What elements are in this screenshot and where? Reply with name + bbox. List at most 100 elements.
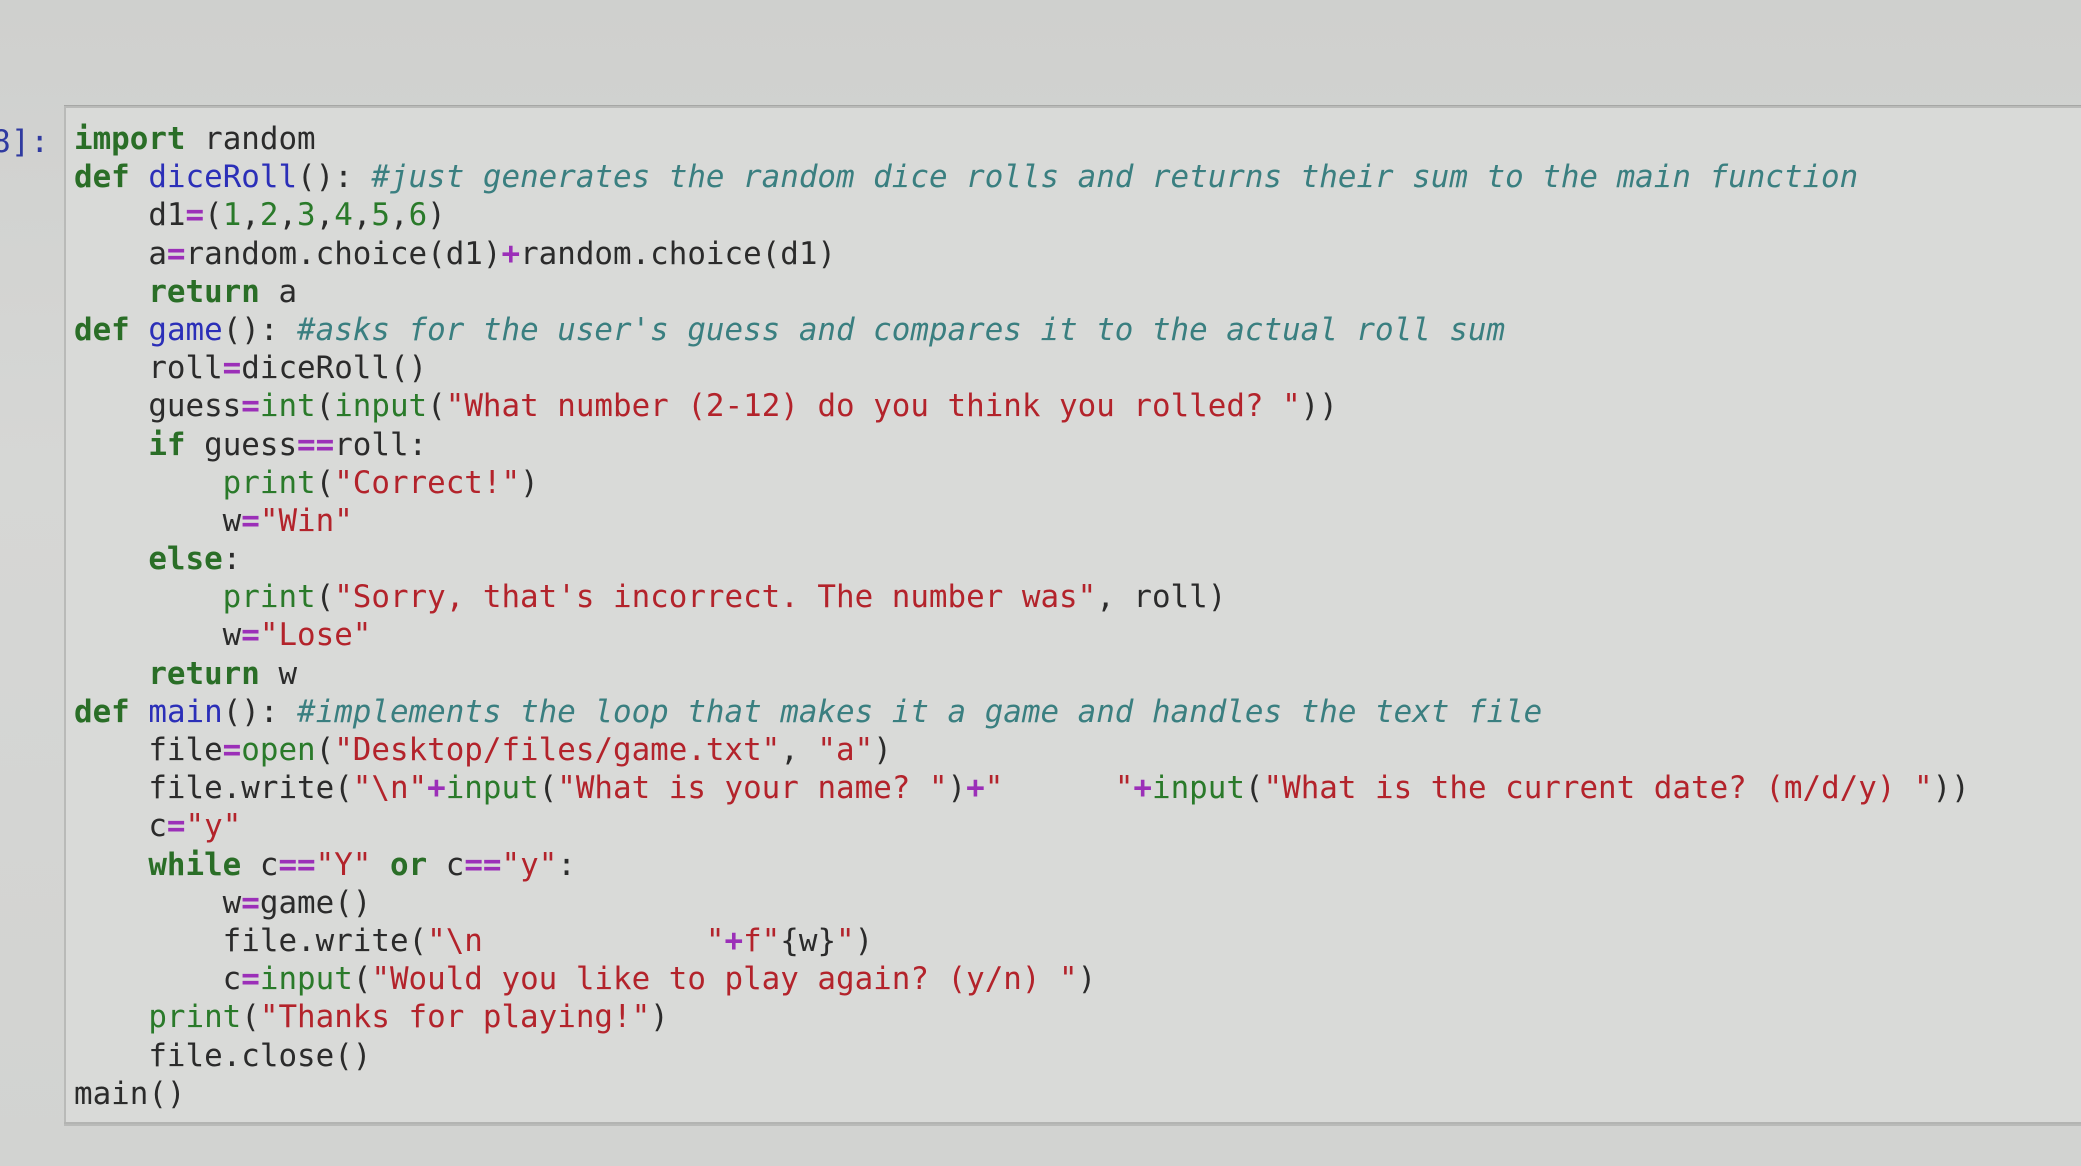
- string-literal: "Sorry, that's incorrect. The number was…: [334, 579, 1097, 616]
- keyword: if: [148, 426, 186, 463]
- code-text: ():: [222, 311, 298, 348]
- code-text: :: [222, 541, 242, 578]
- string-literal: "Win": [259, 502, 353, 539]
- comment: #asks for the user's guess and compares …: [297, 311, 1506, 348]
- builtin: print: [222, 464, 316, 501]
- builtin: print: [222, 579, 316, 616]
- string-literal: "What is the current date? (m/d/y) ": [1263, 770, 1933, 807]
- code-line: return a: [74, 273, 1970, 311]
- code-line: c="y": [74, 807, 1970, 845]
- operator: ==: [278, 846, 316, 883]
- comment: #implements the loop that makes it a gam…: [297, 693, 1543, 730]
- builtin: input: [259, 961, 353, 998]
- keyword: import: [74, 121, 186, 157]
- operator: +: [427, 770, 446, 807]
- keyword: return: [148, 273, 260, 310]
- code-text: ():: [297, 159, 372, 196]
- operator: +: [1133, 770, 1152, 807]
- code-text: roll:: [334, 426, 428, 463]
- code-text: c: [241, 846, 279, 883]
- operator: =: [241, 388, 260, 425]
- notebook-page: 8]: import random def diceRoll(): #just g…: [0, 0, 2081, 1166]
- code-text: random: [185, 121, 316, 157]
- code-line: def diceRoll(): #just generates the rand…: [74, 158, 1970, 196]
- code-text: ): [947, 770, 967, 807]
- code-text: ,: [390, 197, 409, 234]
- code-text: (: [315, 732, 335, 768]
- string-literal: "What is your name? ": [557, 770, 948, 807]
- code-text: w: [222, 617, 242, 654]
- code-text: (: [427, 388, 446, 425]
- code-text: (: [538, 770, 558, 807]
- code-text: ():: [222, 693, 298, 730]
- code-text: guess: [148, 388, 242, 425]
- code-text: ,: [278, 197, 298, 234]
- builtin: input: [1152, 770, 1245, 807]
- code-text: c: [148, 808, 167, 845]
- code-text: ,: [315, 197, 335, 234]
- code-line: main(): [74, 1075, 1970, 1113]
- code-text: w: [222, 884, 242, 921]
- code-text: ): [1077, 961, 1097, 998]
- string-literal: "Desktop/files/game.txt": [334, 732, 781, 768]
- operator: +: [966, 770, 985, 807]
- code-line: return w: [74, 655, 1970, 693]
- code-editor[interactable]: import random def diceRoll(): #just gener…: [74, 120, 1970, 1113]
- cell-bottom-border: [64, 1122, 2081, 1124]
- code-text: )): [1300, 388, 1338, 425]
- code-line: w="Lose": [74, 616, 1970, 654]
- code-text: file: [148, 732, 223, 768]
- code-text: d1: [148, 197, 186, 234]
- code-text: c: [222, 961, 242, 998]
- operator: ==: [464, 846, 502, 883]
- code-text: a: [148, 235, 167, 272]
- code-line: print("Correct!"): [74, 464, 1970, 502]
- code-text: (: [1244, 770, 1264, 807]
- code-line: guess=int(input("What number (2-12) do y…: [74, 387, 1970, 425]
- builtin: print: [148, 999, 242, 1036]
- string-literal: "Y": [315, 846, 372, 883]
- operator: =: [241, 617, 260, 654]
- string-literal: f": [743, 922, 781, 959]
- code-text: random.choice(d1): [520, 235, 837, 272]
- code-text: c: [427, 846, 465, 883]
- code-line: print("Sorry, that's incorrect. The numb…: [74, 578, 1970, 616]
- code-text: ): [873, 732, 892, 768]
- code-line: roll=diceRoll(): [74, 349, 1970, 387]
- code-text: ): [650, 999, 669, 1036]
- cell-execution-prompt: 8]:: [0, 124, 50, 160]
- operator: ==: [297, 426, 335, 463]
- code-line: w=game(): [74, 884, 1970, 922]
- code-line: def game(): #asks for the user's guess a…: [74, 311, 1970, 349]
- code-line: d1=(1,2,3,4,5,6): [74, 196, 1970, 234]
- code-text: game(): [259, 884, 372, 921]
- code-text: (: [315, 579, 335, 616]
- builtin: input: [445, 770, 539, 807]
- code-line: print("Thanks for playing!"): [74, 998, 1970, 1036]
- builtin: open: [241, 732, 316, 768]
- code-text: (: [241, 999, 260, 1036]
- string-literal: "y": [501, 846, 558, 883]
- code-text: w: [222, 502, 242, 539]
- code-text: (: [315, 388, 335, 425]
- code-text: a: [259, 273, 298, 310]
- code-text: file.write(: [222, 922, 428, 959]
- code-text: ,: [780, 732, 818, 768]
- code-text: ): [854, 922, 874, 959]
- code-text: , roll): [1096, 579, 1227, 616]
